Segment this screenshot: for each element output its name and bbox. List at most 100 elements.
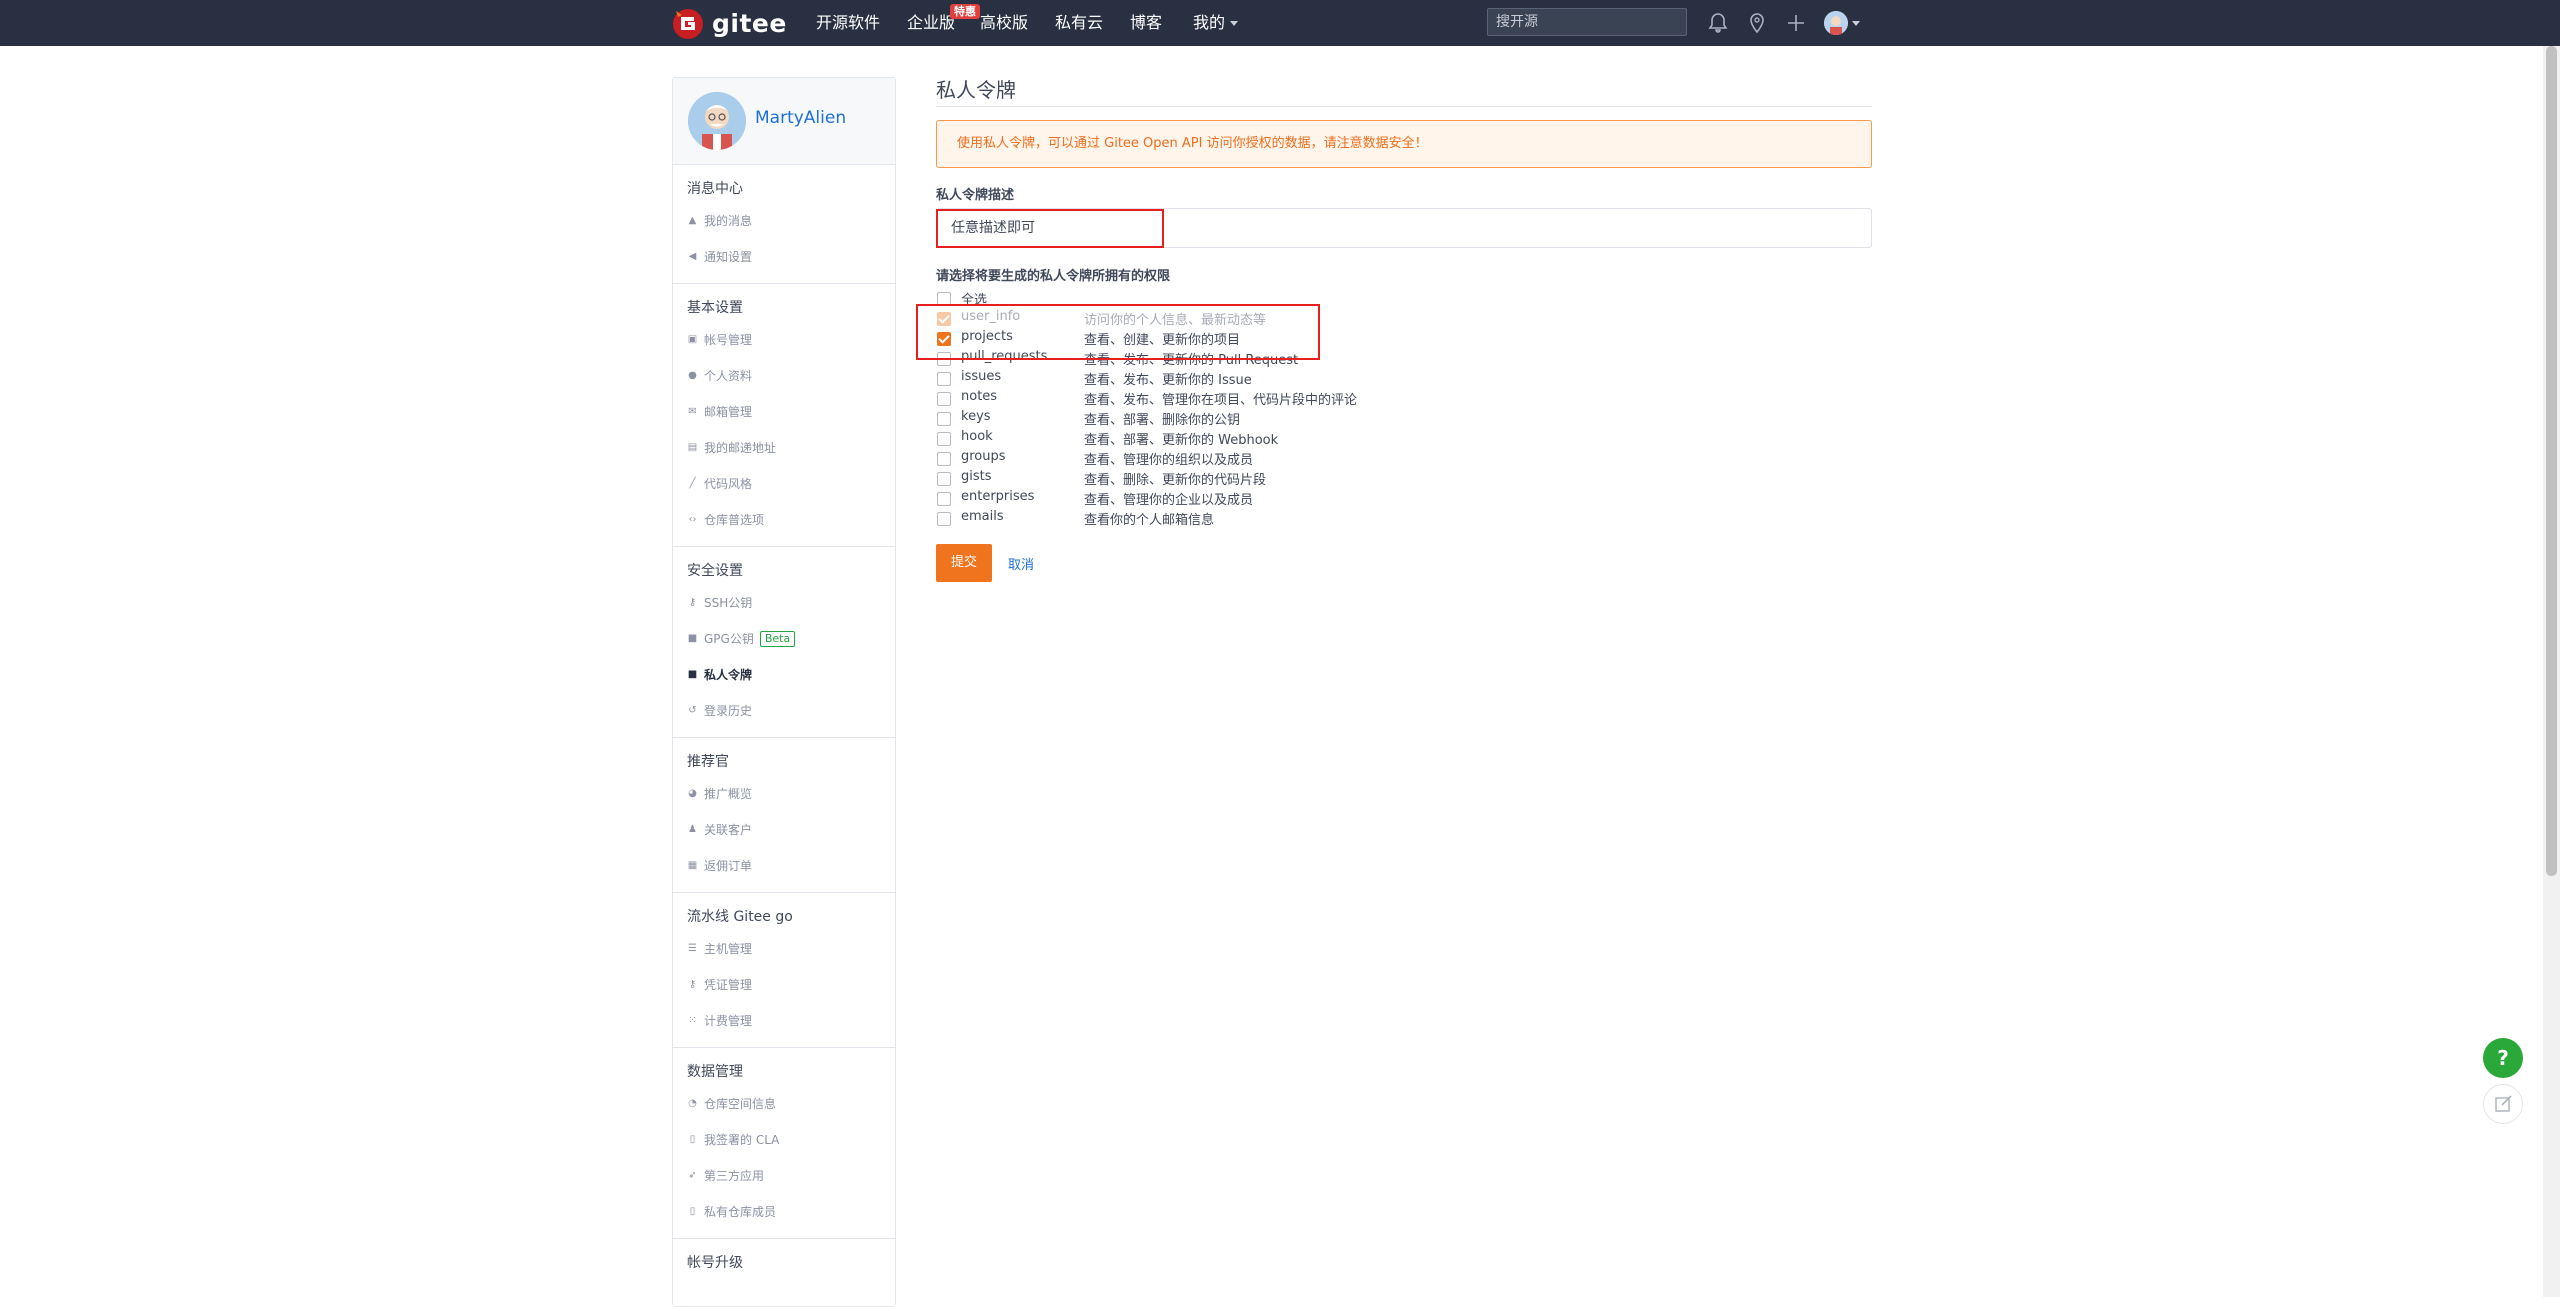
scope-desc: 查看、删除、更新你的代码片段 [1084, 473, 1267, 488]
nav-blog[interactable]: 博客 [1130, 0, 1162, 46]
sidebar-item-billing[interactable]: ⁙ 计费管理 [673, 1003, 895, 1039]
sidebar-item-login-history[interactable]: ↺ 登录历史 [673, 693, 895, 729]
sidebar-section-title: 帐号升级 [687, 1255, 743, 1271]
sidebar-section-title: 流水线 Gitee go [687, 909, 793, 925]
sidebar-item-signed-cla[interactable]: ▯ 我签署的 CLA [673, 1122, 895, 1158]
key-icon: ⚷ [688, 597, 697, 608]
avatar[interactable] [688, 92, 746, 150]
address-icon: ▤ [687, 442, 698, 453]
brush-icon: ╱ [689, 478, 696, 489]
help-button[interactable]: ? [2483, 1038, 2523, 1078]
sidebar-section-messages: 消息中心 ▲ 我的消息 ◀ 通知设置 [673, 165, 895, 284]
server-icon: ☰ [688, 943, 697, 954]
sidebar-section-upgrade: 帐号升级 [673, 1239, 895, 1285]
id-card-icon: ▣ [687, 334, 698, 345]
highlight-box [936, 209, 1164, 248]
scope-name: groups [961, 449, 1006, 464]
envelope-icon: ✉ [688, 406, 697, 417]
sidebar-profile: MartyAlien [673, 78, 895, 165]
sidebar-item-commission-orders[interactable]: ▦ 返佣订单 [673, 848, 895, 884]
nav-enterprise[interactable]: 企业版 [907, 0, 955, 46]
sidebar-username[interactable]: MartyAlien [755, 108, 846, 128]
nav-mine[interactable]: 我的 [1193, 0, 1225, 46]
sidebar-item-credential-management[interactable]: ⚷ 凭证管理 [673, 967, 895, 1003]
beta-badge: Beta [759, 631, 796, 647]
sidebar-item-my-messages[interactable]: ▲ 我的消息 [673, 203, 895, 239]
scope-checkbox[interactable] [937, 372, 951, 386]
hot-badge: 特惠 [950, 4, 980, 19]
sidebar-section-referral: 推荐官 ◕ 推广概览 ♟ 关联客户 ▦ 返佣订单 [673, 738, 895, 893]
sidebar-item-promo-overview[interactable]: ◕ 推广概览 [673, 776, 895, 812]
scope-name: notes [961, 389, 998, 404]
history-icon: ↺ [688, 705, 697, 716]
nav-open-source[interactable]: 开源软件 [816, 0, 880, 46]
sidebar-item-private-repo-members[interactable]: ▯ 私有仓库成员 [673, 1194, 895, 1230]
dashboard-icon: ◕ [688, 788, 697, 799]
location-icon[interactable] [1745, 11, 1769, 35]
bell-icon[interactable] [1706, 11, 1730, 35]
scope-name: emails [961, 509, 1004, 524]
sidebar-item-email[interactable]: ✉ 邮箱管理 [673, 394, 895, 430]
settings-sidebar: MartyAlien 消息中心 ▲ 我的消息 ◀ 通知设置 基本设置 ▣ 帐号管理 ●… [672, 77, 896, 1307]
nav-private-cloud[interactable]: 私有云 [1055, 0, 1103, 46]
sidebar-item-third-party-apps[interactable]: ➶ 第三方应用 [673, 1158, 895, 1194]
scope-desc: 查看、部署、删除你的公钥 [1084, 413, 1241, 428]
scope-name: gists [961, 469, 992, 484]
sidebar-section-security: 安全设置 ⚷ SSH公钥 ■ GPG公钥 Beta ■ 私人令牌 ↺ 登录历史 [673, 547, 895, 738]
feedback-button[interactable] [2483, 1084, 2523, 1124]
bell-icon: ▲ [688, 215, 697, 226]
user-avatar[interactable] [1824, 11, 1848, 35]
sidebar-item-host-management[interactable]: ☰ 主机管理 [673, 931, 895, 967]
gitee-logo[interactable]: gitee [670, 3, 787, 43]
highlight-box [916, 304, 1320, 360]
sidebar-item-personal-tokens[interactable]: ■ 私人令牌 [673, 657, 895, 693]
sidebar-item-notification-settings[interactable]: ◀ 通知设置 [673, 239, 895, 275]
sidebar-item-repo-space[interactable]: ◔ 仓库空间信息 [673, 1086, 895, 1122]
sidebar-item-address[interactable]: ▤ 我的邮递地址 [673, 430, 895, 466]
sidebar-section-title: 安全设置 [687, 563, 743, 579]
gitee-logo-icon [670, 5, 706, 41]
sidebar-section-title: 数据管理 [687, 1064, 743, 1080]
scope-checkbox[interactable] [937, 492, 951, 506]
sidebar-item-ssh-keys[interactable]: ⚷ SSH公钥 [673, 585, 895, 621]
lock-icon: ■ [687, 633, 698, 644]
scope-name: enterprises [961, 489, 1035, 504]
scope-checkbox[interactable] [937, 472, 951, 486]
scope-desc: 查看你的个人邮箱信息 [1084, 513, 1215, 528]
sidebar-item-linked-customers[interactable]: ♟ 关联客户 [673, 812, 895, 848]
sidebar-item-gpg-keys[interactable]: ■ GPG公钥 Beta [673, 621, 895, 657]
chevron-down-icon[interactable] [1852, 21, 1860, 26]
scope-desc: 查看、管理你的企业以及成员 [1084, 493, 1254, 508]
file-icon: ▯ [689, 1206, 696, 1217]
scope-checkbox[interactable] [937, 512, 951, 526]
billing-icon: ⁙ [688, 1015, 697, 1026]
scope-checkbox[interactable] [937, 432, 951, 446]
scope-desc: 查看、发布、更新你的 Issue [1084, 373, 1252, 388]
sidebar-item-code-style[interactable]: ╱ 代码风格 [673, 466, 895, 502]
sidebar-item-profile[interactable]: ● 个人资料 [673, 358, 895, 394]
plus-icon[interactable] [1784, 11, 1808, 35]
scope-name: hook [961, 429, 993, 444]
scope-checkbox[interactable] [937, 392, 951, 406]
sidebar-section-title: 消息中心 [687, 181, 743, 197]
rocket-icon: ➶ [688, 1170, 697, 1181]
top-navbar: gitee 开源软件 企业版 特惠 高校版 私有云 博客 我的 搜开源 [0, 0, 2560, 46]
sidebar-section-data: 数据管理 ◔ 仓库空间信息 ▯ 我签署的 CLA ➶ 第三方应用 ▯ 私有仓库成员 [673, 1048, 895, 1239]
code-icon: ‹› [688, 514, 697, 525]
scope-desc: 查看、发布、管理你在项目、代码片段中的评论 [1084, 393, 1358, 408]
cancel-button[interactable]: 取消 [1008, 554, 1034, 573]
sidebar-item-repo-options[interactable]: ‹› 仓库普选项 [673, 502, 895, 538]
sidebar-section-basic: 基本设置 ▣ 帐号管理 ● 个人资料 ✉ 邮箱管理 ▤ 我的邮递地址 ╱ 代码风格 ‹› 仓… [673, 284, 895, 547]
token-icon: ■ [687, 669, 698, 680]
scrollbar-thumb[interactable] [2546, 46, 2557, 876]
sidebar-item-account[interactable]: ▣ 帐号管理 [673, 322, 895, 358]
token-description-label: 私人令牌描述 [936, 188, 1015, 203]
edit-icon [2495, 1095, 2512, 1112]
scope-checkbox[interactable] [937, 412, 951, 426]
scope-checkbox[interactable] [937, 452, 951, 466]
security-notice: 使用私人令牌，可以通过 Gitee Open API 访问你授权的数据，请注意数… [936, 120, 1872, 168]
search-input[interactable]: 搜开源 [1487, 8, 1687, 36]
chevron-down-icon[interactable] [1230, 21, 1238, 26]
nav-education[interactable]: 高校版 [980, 0, 1028, 46]
submit-button[interactable]: 提交 [936, 544, 992, 582]
